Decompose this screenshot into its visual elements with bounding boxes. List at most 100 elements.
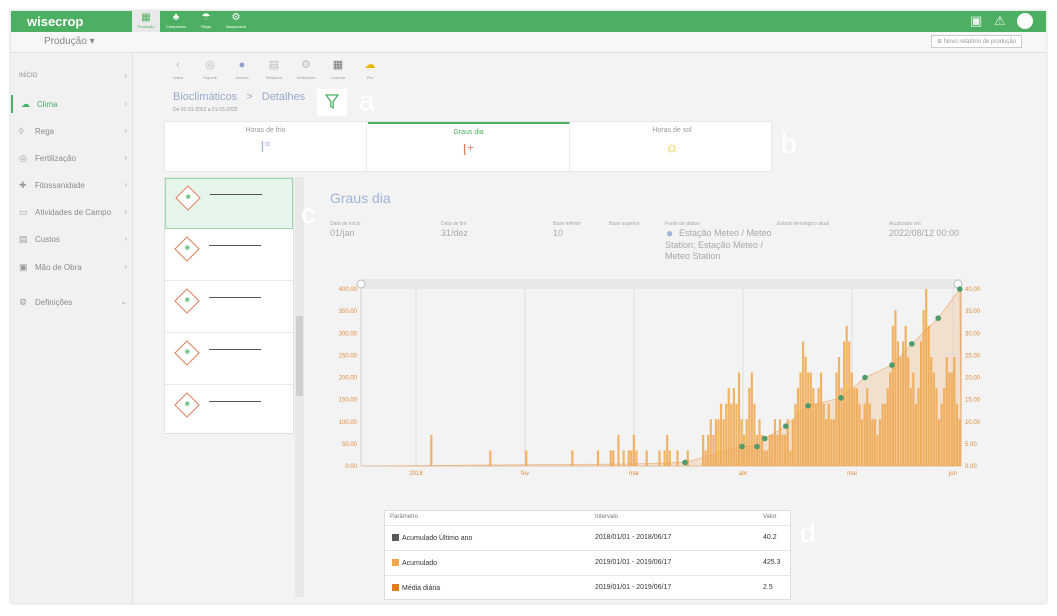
list-item-label: [210, 194, 262, 195]
list-item[interactable]: ❀: [165, 334, 293, 385]
list-item[interactable]: ❀: [165, 282, 293, 333]
sub-bar: Produção ▾ ⊕ Novo relatório de produção: [11, 32, 1046, 53]
y-axis-left-ticks: 400.00 350.00 300.00 250.00 200.00 150.00 100.…: [339, 287, 358, 470]
thermometer-cold-icon: ǀ°: [260, 139, 271, 156]
daily-bar: [609, 450, 612, 466]
filter-button[interactable]: [317, 89, 347, 116]
y-tick-label-left: 250.00: [339, 353, 358, 359]
sidebar-item-plant-health[interactable]: ✚ Fitossanidade ›: [11, 176, 133, 194]
end-date-value: 31/dez: [441, 228, 469, 238]
topnav-compost[interactable]: ♣ Compostos: [162, 11, 190, 32]
daily-bar: [630, 450, 633, 466]
list-item[interactable]: ❀: [165, 386, 293, 437]
legend-swatch: [392, 559, 399, 566]
daily-bar: [909, 388, 912, 466]
daily-bar: [802, 341, 805, 466]
breadcrumb-separator: >: [246, 91, 253, 103]
weather-icon: ☁: [364, 59, 376, 71]
y-tick-label-right: 15.00: [965, 398, 981, 404]
report-button[interactable]: ▤ Relatório: [264, 55, 284, 83]
daily-bar: [943, 388, 946, 466]
wisecrop-logo[interactable]: wisecrop: [27, 14, 83, 29]
header-parameter: Parâmetro: [390, 514, 419, 520]
daily-bar: [430, 434, 433, 466]
daily-bar: [873, 419, 876, 466]
sidebar-item-costs[interactable]: ▤ Custos ›: [11, 230, 133, 248]
daily-bar: [935, 388, 938, 466]
sidebar-item-climate[interactable]: ☁ Clima ›: [11, 95, 133, 113]
support-button[interactable]: ◎ Suporte: [200, 55, 220, 83]
daily-bar: [730, 403, 733, 466]
daily-bar: [863, 403, 866, 466]
tab-cold-hours[interactable]: Horas de frio ǀ°: [165, 122, 367, 173]
sidebar-item-fertilization[interactable]: ◎ Fertilização ›: [11, 149, 133, 167]
y-tick-label-right: 25.00: [965, 353, 981, 359]
daily-bar: [658, 450, 661, 466]
sidebar-item-field-activities[interactable]: ▭ Atividades de Campo ›: [11, 203, 133, 221]
sidebar-item-label: Rega: [35, 127, 55, 136]
list-item[interactable]: ❀: [165, 178, 293, 229]
sun-icon: ☼: [665, 139, 679, 156]
daily-bar: [725, 403, 728, 466]
topnav-production[interactable]: ▦ Produção: [132, 11, 160, 32]
production-selector[interactable]: Produção ▾: [44, 36, 95, 47]
tab-degree-days[interactable]: Graus dia ǀ⁺: [368, 122, 570, 173]
daily-bar: [822, 403, 825, 466]
attachments-button[interactable]: ● Anexos: [232, 55, 252, 83]
accumulated-point: [838, 395, 844, 401]
daily-bar: [945, 356, 948, 466]
callout-label-c: c: [301, 198, 315, 229]
chart-range-navigator[interactable]: [361, 279, 961, 289]
daily-bar: [771, 434, 774, 466]
row-interval: 2018/01/01 - 2018/06/17: [595, 534, 672, 541]
y-tick-label-left: 200.00: [339, 376, 358, 382]
y-tick-label-left: 300.00: [339, 331, 358, 337]
back-icon: ‹: [176, 59, 180, 71]
sidebar-item-settings[interactable]: ⚙ Definições ⌄: [11, 293, 133, 311]
tool-label: Suporte: [202, 75, 217, 80]
y-tick-label-right: 30.00: [965, 331, 981, 337]
range-handle-left[interactable]: [356, 279, 366, 289]
callout-label-b: b: [781, 128, 797, 159]
settings-button[interactable]: ⚙ Definições: [296, 55, 316, 83]
chart-title: Graus dia: [330, 190, 391, 206]
tool-label: Voltar: [172, 75, 184, 80]
daily-bar: [773, 419, 776, 466]
sidebar: INÍCIO › ☁ Clima › ◊ Rega › ◎ Fertilização › ✚ F…: [11, 53, 133, 603]
row-parameter: Média diária: [392, 584, 440, 592]
accumulated-point: [935, 315, 941, 322]
sidebar-item-labor[interactable]: ▣ Mão de Obra ›: [11, 258, 133, 276]
back-button[interactable]: ‹ Voltar: [168, 55, 188, 83]
list-scroll-thumb[interactable]: [296, 316, 303, 396]
topnav-label: Produção: [137, 24, 155, 29]
warning-icon[interactable]: ⚠: [994, 13, 1006, 29]
report-icon: ▤: [268, 59, 280, 71]
accumulated-point: [957, 286, 963, 292]
daily-bar: [907, 356, 910, 466]
new-report-button[interactable]: ⊕ Novo relatório de produção: [931, 35, 1023, 48]
accumulated-point: [783, 423, 789, 429]
row-parameter-text: Acumulado Último ano: [402, 535, 473, 542]
daily-bar: [902, 341, 905, 466]
topnav-irrigation[interactable]: ☂ Rega: [192, 11, 220, 32]
list-item[interactable]: ❀: [165, 230, 293, 281]
y-tick-label-right: 40.00: [965, 287, 981, 293]
x-tick-label: mar: [629, 471, 639, 477]
breadcrumb-section[interactable]: Bioclimáticos: [173, 91, 237, 103]
lower-base-value: 10: [553, 228, 564, 238]
irrigation-icon: ☂: [201, 12, 211, 23]
checklist-icon[interactable]: ▣: [970, 13, 982, 29]
daily-bar: [876, 434, 879, 466]
sidebar-item-home[interactable]: INÍCIO ›: [11, 67, 133, 85]
tab-sun-hours[interactable]: Horas de sol ☼: [571, 122, 773, 173]
data-source-value: Estação Meteo / Meteo Station; Estação M…: [665, 228, 772, 261]
calculator-button[interactable]: ▦ Calcular: [328, 55, 348, 83]
costs-icon: ▤: [19, 234, 28, 244]
topnav-machinery[interactable]: ⚙ Maquinaria: [222, 11, 250, 32]
weather-pro-button[interactable]: ☁ Pro: [360, 55, 380, 83]
sidebar-item-irrigation[interactable]: ◊ Rega ›: [11, 122, 133, 140]
daily-bar: [709, 419, 712, 466]
avatar[interactable]: [1017, 13, 1033, 29]
daily-bar: [758, 419, 761, 466]
chevron-right-icon: ›: [124, 207, 127, 216]
